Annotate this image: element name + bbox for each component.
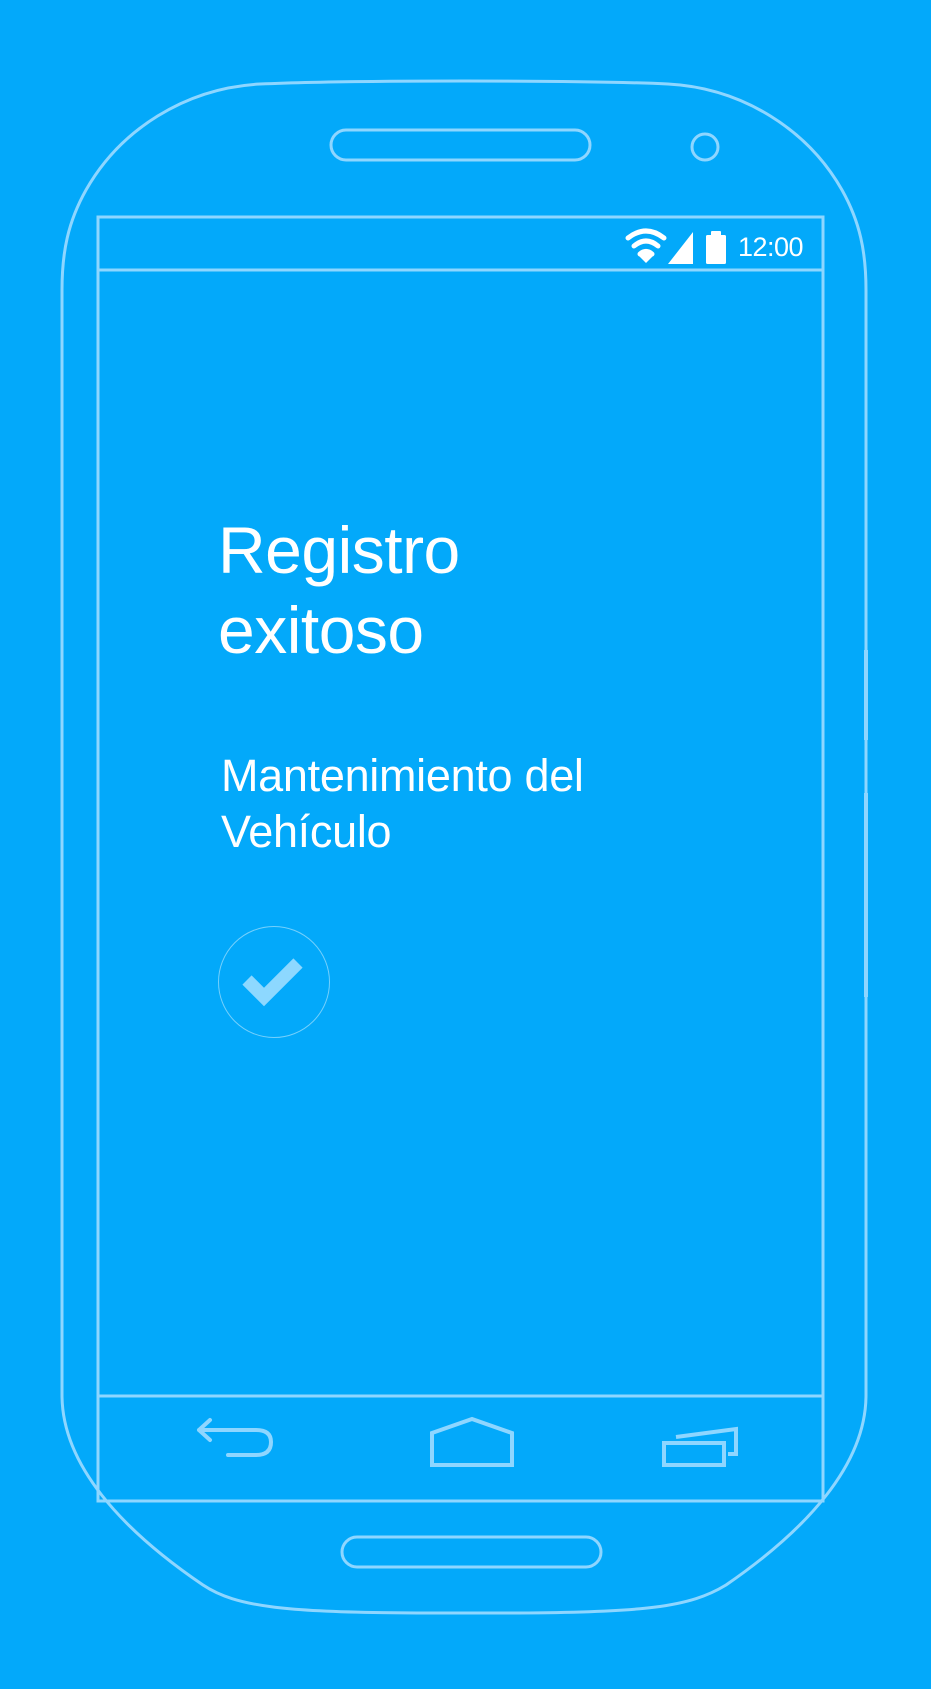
wifi-icon — [625, 228, 667, 257]
home-icon — [430, 1416, 514, 1467]
success-title-line-2: exitoso — [218, 593, 424, 667]
wifi-icon-dot — [639, 253, 653, 263]
back-button[interactable] — [193, 1412, 293, 1482]
confirm-button[interactable] — [218, 926, 330, 1038]
status-time: 12:00 — [738, 232, 804, 262]
status-icons — [625, 228, 729, 266]
top-speaker-slot — [329, 128, 592, 162]
registration-subtitle: Mantenimiento del Vehículo — [221, 748, 741, 860]
recent-apps-icon — [662, 1426, 738, 1467]
recent-apps-button[interactable] — [648, 1410, 748, 1480]
success-title-line-1: Registro — [218, 513, 460, 587]
registration-subtitle-line-2: Vehículo — [221, 806, 392, 857]
back-icon — [197, 1418, 273, 1457]
home-button[interactable] — [422, 1410, 522, 1480]
success-title: Registro exitoso — [218, 510, 718, 670]
registration-subtitle-line-1: Mantenimiento del — [221, 750, 584, 801]
checkmark-icon — [242, 958, 303, 1007]
bottom-speaker-slot — [340, 1535, 603, 1569]
battery-icon — [706, 235, 726, 264]
battery-icon-cap — [711, 231, 721, 236]
signal-icon — [668, 232, 693, 264]
front-camera — [690, 132, 720, 162]
